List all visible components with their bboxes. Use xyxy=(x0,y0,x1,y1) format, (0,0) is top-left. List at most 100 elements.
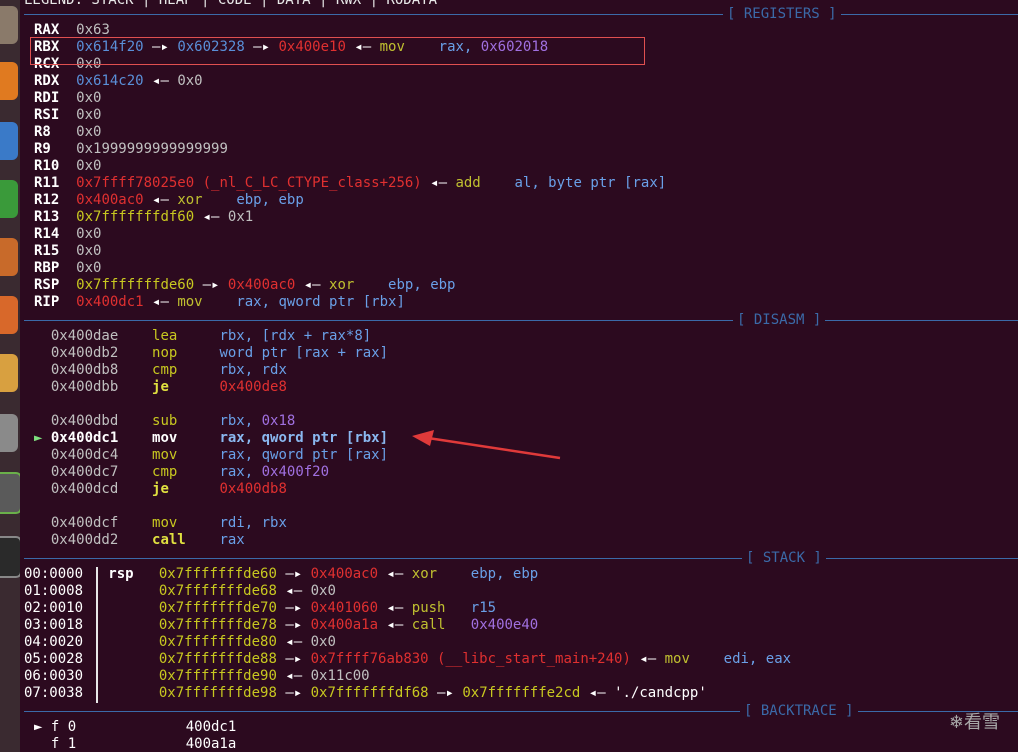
instruction-address: 0x400dcf xyxy=(50,515,153,531)
stack-value-segment: mov xyxy=(664,651,690,667)
disasm-line: 0x400dc7 cmp rax, 0x400f20 xyxy=(34,464,329,481)
watermark-logo: ❄看雪 xyxy=(948,712,1000,733)
instruction-operand: 0x18 xyxy=(261,413,296,429)
terminal-window: LEGEND: STACK | HEAP | CODE | DATA | RWX… xyxy=(20,0,1018,752)
disasm-line: 0x400dcd je 0x400db8 xyxy=(34,481,287,498)
stack-value-segment: —▸ xyxy=(276,617,311,633)
register-value-segment: 0x7fffffffde60 xyxy=(76,277,195,293)
register-row-rdi: RDI 0x0 xyxy=(34,90,101,107)
current-instruction-marker xyxy=(34,515,51,531)
stack-value-segment: 0x401060 xyxy=(310,600,379,616)
stack-value-segment: 0x7ffff76ab830 (__libc_start_main+240) xyxy=(310,651,631,667)
register-name: RSP xyxy=(34,277,77,293)
stack-offset: 06:0030 xyxy=(24,668,84,684)
stack-row: 06:0030 0x7fffffffde90 ◂— 0x11c00 xyxy=(24,668,370,685)
instruction-mnemonic: call xyxy=(152,532,220,548)
register-value-segment: 0x0 xyxy=(177,73,203,89)
frame-number: f 1 xyxy=(50,736,186,752)
register-value-segment: ◂— xyxy=(143,294,178,310)
stack-value-segment: 0x7fffffffe2cd xyxy=(462,685,581,701)
writer-icon[interactable] xyxy=(0,122,18,160)
frame-marker xyxy=(34,736,51,752)
stack-value-segment: 0x400e40 xyxy=(470,617,539,633)
instruction-address: 0x400dc1 xyxy=(50,430,153,446)
register-value-segment: mov xyxy=(177,294,203,310)
stack-register xyxy=(83,685,159,701)
rbx-highlight-box xyxy=(30,37,645,65)
instruction-operand: rax, qword ptr [rbx] xyxy=(219,430,389,446)
register-value-segment: 0x0 xyxy=(76,158,102,174)
files-app-icon[interactable] xyxy=(0,6,18,44)
register-value-segment: ebp, ebp xyxy=(354,277,456,293)
stack-separator xyxy=(24,558,1018,559)
instruction-operand: 0x400de8 xyxy=(219,379,287,395)
terminal-icon[interactable] xyxy=(0,536,20,578)
stack-value-segment: './candcpp' xyxy=(614,685,707,701)
register-value-segment: 0x7ffff78025e0 (_nl_C_LC_CTYPE_class+256… xyxy=(76,175,422,191)
stack-offset: 01:0008 xyxy=(24,583,84,599)
current-instruction-marker xyxy=(34,447,51,463)
impress-icon[interactable] xyxy=(0,238,18,276)
register-value-segment: —▸ xyxy=(194,277,228,293)
instruction-operand: rbx, [rdx + rax*8] xyxy=(219,328,372,344)
register-row-r11: R11 0x7ffff78025e0 (_nl_C_LC_CTYPE_class… xyxy=(34,175,666,192)
stack-value-segment: 0x11c00 xyxy=(310,668,370,684)
instruction-address: 0x400dcd xyxy=(50,481,153,497)
register-value-segment: ebp, ebp xyxy=(202,192,304,208)
stack-value-segment: ◂— xyxy=(378,566,412,582)
current-instruction-marker xyxy=(34,413,51,429)
updater-icon[interactable] xyxy=(0,472,20,514)
firefox-icon[interactable] xyxy=(0,62,18,100)
disasm-line: 0x400dd2 call rax xyxy=(34,532,245,549)
settings-icon[interactable] xyxy=(0,414,18,452)
register-value-segment: 0x7fffffffdf60 xyxy=(76,209,195,225)
software-center-icon[interactable] xyxy=(0,296,18,334)
instruction-operand: word ptr [rax + rax] xyxy=(219,345,389,361)
stack-value-segment: r15 xyxy=(445,600,497,616)
launcher-sidebar xyxy=(0,0,20,752)
register-value-segment: 0x0 xyxy=(76,226,102,242)
instruction-operand: rax, xyxy=(219,464,262,480)
registers-section-title: [ REGISTERS ] xyxy=(723,6,841,23)
stack-value-segment: 0x7fffffffde60 xyxy=(158,566,277,582)
stack-row: 01:0008 0x7fffffffde68 ◂— 0x0 xyxy=(24,583,336,600)
instruction-address: 0x400dc7 xyxy=(50,464,153,480)
register-row-rdx: RDX 0x614c20 ◂— 0x0 xyxy=(34,73,203,90)
stack-value-segment: 0x7fffffffde88 xyxy=(158,651,277,667)
stack-value-segment: ebp, ebp xyxy=(437,566,539,582)
register-name: RDI xyxy=(34,90,77,106)
register-value-segment: 0x0 xyxy=(76,243,102,259)
register-row-r8: R8 0x0 xyxy=(34,124,101,141)
backtrace-frame: f 1 400a1a xyxy=(34,736,236,752)
current-instruction-marker xyxy=(34,464,51,480)
stack-value-segment: push xyxy=(411,600,446,616)
register-value-segment: ◂— xyxy=(143,73,178,89)
stack-register xyxy=(83,583,159,599)
instruction-mnemonic: je xyxy=(152,481,220,497)
disasm-separator xyxy=(24,320,1018,321)
instruction-mnemonic: mov xyxy=(152,430,220,446)
register-name: R11 xyxy=(34,175,77,191)
instruction-operand: rbx, rdx xyxy=(219,362,287,378)
stack-offset: 07:0038 xyxy=(24,685,84,701)
frame-address: 400a1a xyxy=(185,736,237,752)
calc-icon[interactable] xyxy=(0,180,18,218)
frame-number: f 0 xyxy=(50,719,186,735)
registers-separator xyxy=(24,14,1018,15)
stack-offset: 03:0018 xyxy=(24,617,84,633)
frame-address: 400dc1 xyxy=(185,719,237,735)
amazon-icon[interactable] xyxy=(0,354,18,392)
register-name: R9 xyxy=(34,141,77,157)
register-row-rbp: RBP 0x0 xyxy=(34,260,101,277)
register-value-segment: ◂— xyxy=(143,192,178,208)
disasm-line: 0x400dcf mov rdi, rbx xyxy=(34,515,287,532)
backtrace-frame: ► f 0 400dc1 xyxy=(34,719,236,736)
stack-value-segment: call xyxy=(411,617,446,633)
stack-value-segment: edi, eax xyxy=(689,651,792,667)
stack-row: 00:0000 rsp 0x7fffffffde60 —▸ 0x400ac0 ◂… xyxy=(24,566,538,583)
register-name: RIP xyxy=(34,294,77,310)
register-name: RSI xyxy=(34,107,77,123)
annotation-arrow-icon xyxy=(412,430,561,460)
stack-register xyxy=(83,651,159,667)
stack-offset: 02:0010 xyxy=(24,600,84,616)
